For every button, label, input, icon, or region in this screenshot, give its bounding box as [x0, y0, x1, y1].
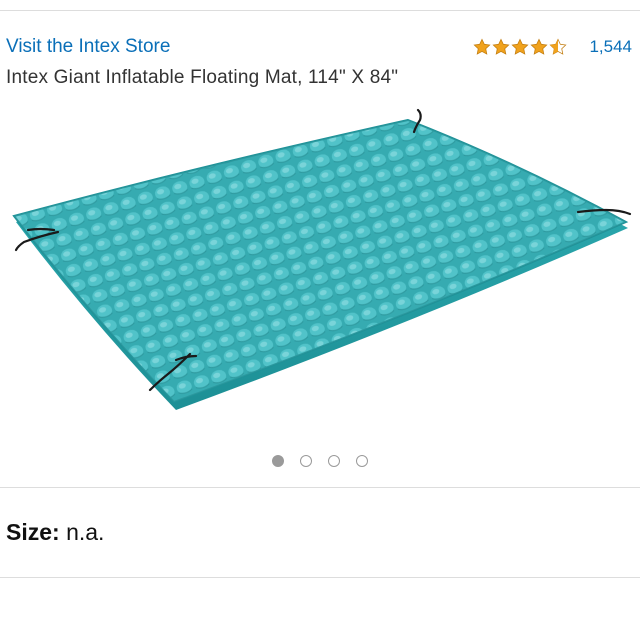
rating-widget[interactable]: 1,544 [473, 36, 632, 58]
star-full-icon [492, 38, 511, 55]
carousel-dot-3[interactable] [328, 455, 340, 467]
size-label: Size: [6, 519, 60, 545]
star-full-icon [473, 38, 492, 55]
section-divider [0, 487, 640, 488]
carousel-dot-2[interactable] [300, 455, 312, 467]
visit-store-link[interactable]: Visit the Intex Store [6, 35, 170, 59]
size-row: Size: n.a. [6, 517, 104, 547]
star-full-icon [511, 38, 530, 55]
product-title: Intex Giant Inflatable Floating Mat, 114… [6, 67, 399, 88]
star-rating [473, 38, 568, 56]
star-half-icon [549, 38, 568, 55]
top-divider [0, 10, 640, 11]
product-image[interactable] [0, 100, 640, 440]
carousel-dot-1[interactable] [272, 455, 284, 467]
bottom-divider [0, 577, 640, 578]
rating-count-link[interactable]: 1,544 [589, 36, 632, 58]
carousel-dot-4[interactable] [356, 455, 368, 467]
carousel-indicator [0, 455, 640, 467]
size-value: n.a. [66, 519, 105, 545]
star-full-icon [530, 38, 549, 55]
